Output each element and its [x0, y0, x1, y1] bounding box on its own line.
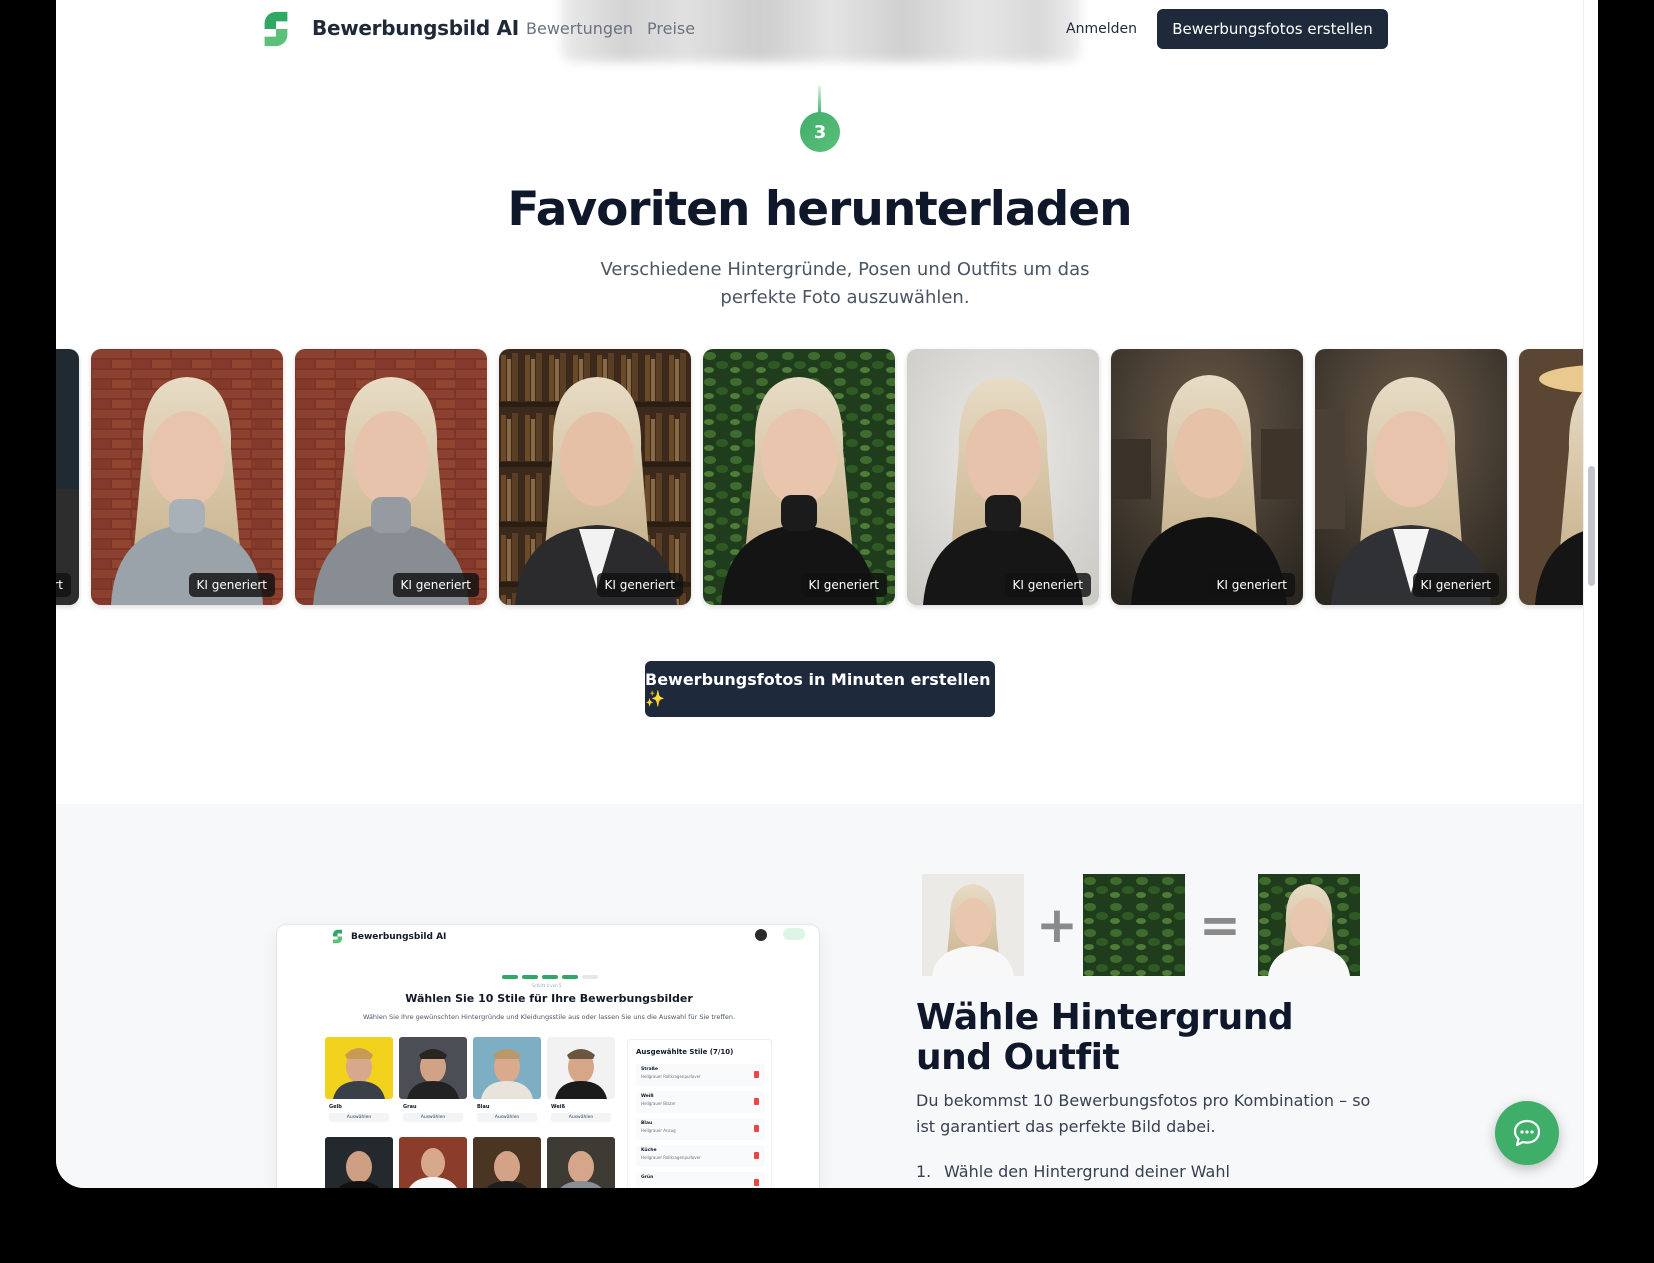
browser-viewport: Bewerbungsbild AI Bewertungen Preise Anm…: [56, 0, 1598, 1188]
gallery-photo[interactable]: KI generiert: [907, 349, 1099, 605]
page-content: Bewerbungsbild AI Bewertungen Preise Anm…: [56, 0, 1583, 1188]
app-screenshot-mockup: Bewerbungsbild AI Schritt 4 von 5 Wählen…: [276, 924, 820, 1188]
selected-style-row: Küche Hellgrauer Rollkragenpullover: [636, 1145, 765, 1167]
gallery-photo[interactable]: KI generiert: [91, 349, 283, 605]
mockup-subtitle: Wählen Sie Ihre gewünschten Hintergründe…: [362, 1013, 736, 1021]
feature-description: Du bekommst 10 Bewerbungsfotos pro Kombi…: [916, 1091, 1371, 1136]
ai-generated-badge: KI generiert: [188, 573, 275, 597]
style-select-button: Auswählen: [477, 1113, 537, 1122]
portrait-result-image: [1258, 874, 1360, 976]
step-number-badge: 3: [800, 112, 840, 152]
list-item-number: 1.: [916, 1162, 932, 1181]
style-tile: [399, 1037, 467, 1099]
ai-generated-badge: KI generiert: [596, 573, 683, 597]
style-tile-label: Blau: [477, 1104, 490, 1110]
mockup-brand-name: Bewerbungsbild AI: [351, 932, 447, 942]
gallery-photo[interactable]: KI generiert: [499, 349, 691, 605]
selected-style-desc: Hellgrauer Anzug: [641, 1128, 676, 1133]
style-tile: [473, 1137, 541, 1188]
progress-segment: [562, 975, 578, 979]
section-subtitle: Verschiedene Hintergründe, Posen und Out…: [600, 259, 1090, 308]
style-tile-label: Weiß: [551, 1104, 566, 1110]
plus-sign: +: [1036, 896, 1078, 954]
create-photos-in-minutes-button[interactable]: Bewerbungsfotos in Minuten erstellen ✨: [645, 661, 995, 717]
trash-icon: [754, 1152, 759, 1159]
style-select-button: Auswählen: [329, 1113, 389, 1122]
selected-style-row: Straße Hellgrauer Rollkragenpullover: [636, 1064, 765, 1086]
gallery-photo[interactable]: KI generiert: [295, 349, 487, 605]
scrollbar-thumb[interactable]: [1588, 466, 1595, 586]
progress-segment: [582, 975, 598, 979]
nav-link-reviews[interactable]: Bewertungen: [526, 19, 633, 38]
equals-sign: =: [1199, 896, 1241, 954]
section-title: Favoriten herunterladen: [507, 182, 1132, 237]
gallery-photo[interactable]: KI generiert: [703, 349, 895, 605]
progress-segment: [542, 975, 558, 979]
selected-style-row: Blau Hellgrauer Anzug: [636, 1118, 765, 1140]
selected-styles-panel: Ausgewählte Stile (7/10) Straße Hellgrau…: [627, 1039, 772, 1188]
scrollbar-track[interactable]: [1583, 0, 1598, 1188]
mockup-step-indicator: Schritt 4 von 5: [532, 983, 562, 988]
create-photos-button[interactable]: Bewerbungsfotos erstellen: [1157, 9, 1388, 49]
progress-segment: [502, 975, 518, 979]
logo-icon[interactable]: [257, 10, 295, 48]
mockup-title: Wählen Sie 10 Stile für Ihre Bewerbungsb…: [405, 992, 693, 1005]
blurred-image-strip: [561, 0, 1081, 62]
style-tile: [473, 1037, 541, 1099]
style-tile: [399, 1137, 467, 1188]
progress-segment: [522, 975, 538, 979]
selected-style-name: Grün: [641, 1175, 654, 1180]
ai-generated-badge: KI generiert: [1004, 573, 1091, 597]
selected-style-name: Küche: [641, 1148, 657, 1153]
selected-style-name: Weiß: [641, 1094, 654, 1099]
feature-section: Bewerbungsbild AI Schritt 4 von 5 Wählen…: [56, 804, 1583, 1188]
gallery-photo[interactable]: KI generiert: [1315, 349, 1507, 605]
list-item: Wähle den Hintergrund deiner Wahl: [944, 1162, 1230, 1181]
style-select-button: Auswählen: [551, 1113, 611, 1122]
style-tile-label: Gelb: [329, 1104, 342, 1110]
feature-title: Wähle Hintergrund und Outfit: [916, 997, 1294, 1078]
trash-icon: [754, 1125, 759, 1132]
logo-icon: [333, 929, 342, 944]
brand-name[interactable]: Bewerbungsbild AI: [312, 16, 519, 40]
style-tile: [325, 1137, 393, 1188]
gallery-photo[interactable]: KI generiert: [1111, 349, 1303, 605]
trash-icon: [754, 1071, 759, 1078]
avatar: [755, 929, 767, 941]
selected-style-name: Straße: [641, 1067, 658, 1072]
selected-style-desc: Hellgrauer Rollkragenpullover: [641, 1074, 701, 1079]
trash-icon: [754, 1098, 759, 1105]
mockup-status-pill: [783, 928, 805, 940]
style-tile: [547, 1137, 615, 1188]
selected-style-name: Blau: [641, 1121, 653, 1126]
chat-icon: [1513, 1119, 1541, 1147]
style-tile: [325, 1037, 393, 1099]
top-navbar: Bewerbungsbild AI Bewertungen Preise Anm…: [56, 0, 1583, 62]
background-input-image: [1083, 874, 1185, 976]
gallery-photo[interactable]: KI generiert: [1519, 349, 1583, 605]
ai-generated-badge: KI generiert: [800, 573, 887, 597]
selected-styles-title: Ausgewählte Stile (7/10): [636, 1048, 734, 1056]
selected-style-row: Weiß Hellgrauer Blazer: [636, 1091, 765, 1113]
ai-generated-badge: KI generiert: [392, 573, 479, 597]
selected-style-desc: Hellgrauer Rollkragenpullover: [641, 1155, 701, 1160]
ai-generated-badge: KI generiert: [1412, 573, 1499, 597]
trash-icon: [754, 1179, 759, 1186]
portrait-input-image: [922, 874, 1024, 976]
style-tile: [547, 1037, 615, 1099]
nav-link-prices[interactable]: Preise: [647, 19, 695, 38]
style-select-button: Auswählen: [403, 1113, 463, 1122]
chat-button[interactable]: [1495, 1101, 1559, 1165]
login-link[interactable]: Anmelden: [1066, 21, 1137, 37]
ai-generated-badge: KI generiert: [1208, 573, 1295, 597]
style-tile-label: Grau: [403, 1104, 417, 1110]
selected-style-row: Grün: [636, 1172, 765, 1188]
ai-generated-badge: rt: [56, 573, 71, 597]
gallery-photo[interactable]: rt: [56, 349, 79, 605]
step-connector-line: [818, 86, 821, 114]
selected-style-desc: Hellgrauer Blazer: [641, 1101, 676, 1106]
